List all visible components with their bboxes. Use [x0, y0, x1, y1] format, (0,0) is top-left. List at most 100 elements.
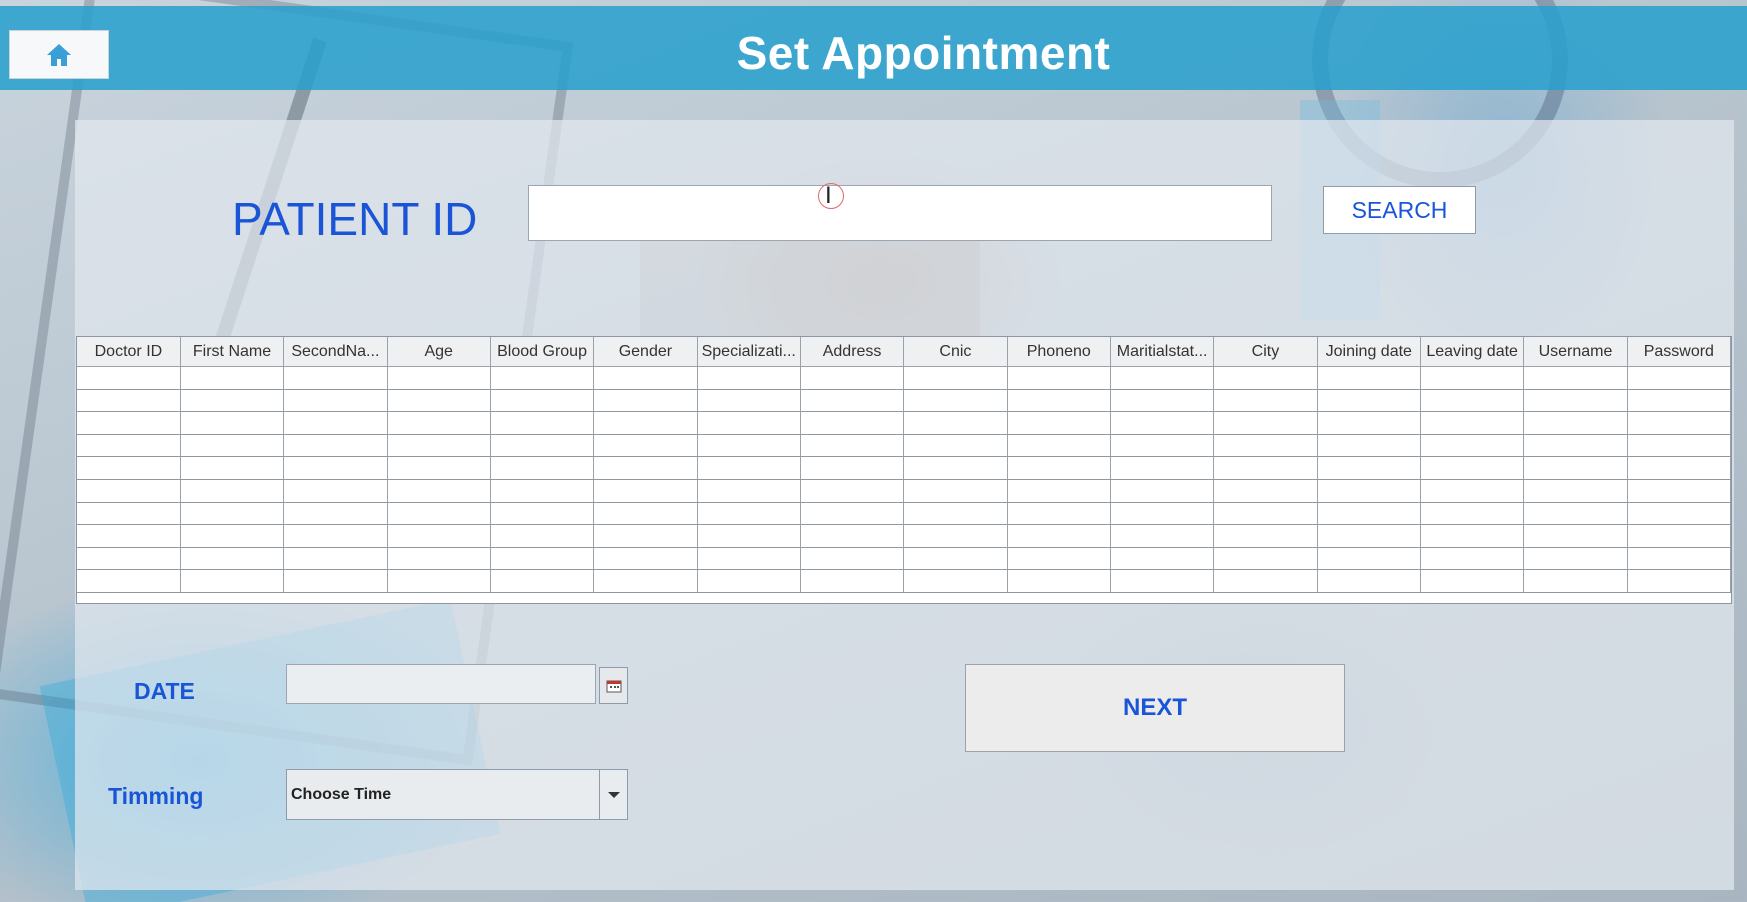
table-cell[interactable] — [903, 479, 1008, 503]
table-cell[interactable] — [77, 366, 181, 390]
table-cell[interactable] — [283, 434, 388, 458]
table-cell[interactable] — [593, 411, 698, 435]
table-cell[interactable] — [283, 502, 388, 526]
next-button[interactable]: NEXT — [965, 664, 1345, 752]
table-row[interactable] — [77, 524, 1731, 548]
table-cell[interactable] — [1523, 456, 1628, 480]
table-cell[interactable] — [800, 524, 905, 548]
table-column-header[interactable]: SecondNa... — [283, 337, 388, 367]
table-cell[interactable] — [77, 434, 181, 458]
table-cell[interactable] — [490, 389, 595, 413]
table-cell[interactable] — [593, 366, 698, 390]
table-cell[interactable] — [77, 411, 181, 435]
table-cell[interactable] — [800, 547, 905, 571]
table-cell[interactable] — [1110, 366, 1215, 390]
table-cell[interactable] — [1213, 366, 1318, 390]
table-cell[interactable] — [180, 411, 285, 435]
table-cell[interactable] — [387, 479, 491, 503]
table-cell[interactable] — [1420, 411, 1525, 435]
table-cell[interactable] — [490, 547, 595, 571]
table-cell[interactable] — [387, 547, 491, 571]
table-cell[interactable] — [1007, 366, 1111, 390]
table-cell[interactable] — [283, 366, 388, 390]
table-cell[interactable] — [1317, 389, 1421, 413]
table-cell[interactable] — [490, 569, 595, 593]
table-cell[interactable] — [1420, 569, 1525, 593]
table-cell[interactable] — [1213, 456, 1318, 480]
table-cell[interactable] — [180, 569, 285, 593]
table-cell[interactable] — [490, 479, 595, 503]
table-cell[interactable] — [77, 502, 181, 526]
table-cell[interactable] — [593, 502, 698, 526]
table-cell[interactable] — [903, 524, 1008, 548]
table-cell[interactable] — [180, 434, 285, 458]
table-cell[interactable] — [903, 547, 1008, 571]
table-cell[interactable] — [1110, 434, 1215, 458]
table-cell[interactable] — [1317, 366, 1421, 390]
table-cell[interactable] — [180, 479, 285, 503]
table-cell[interactable] — [387, 411, 491, 435]
table-cell[interactable] — [1007, 524, 1111, 548]
table-cell[interactable] — [1007, 502, 1111, 526]
table-column-header[interactable]: First Name — [180, 337, 285, 367]
table-cell[interactable] — [283, 569, 388, 593]
table-cell[interactable] — [180, 366, 285, 390]
table-column-header[interactable]: Leaving date — [1420, 337, 1525, 367]
table-cell[interactable] — [697, 434, 801, 458]
table-cell[interactable] — [77, 569, 181, 593]
table-cell[interactable] — [180, 456, 285, 480]
table-cell[interactable] — [593, 479, 698, 503]
table-cell[interactable] — [1110, 502, 1215, 526]
table-cell[interactable] — [1213, 411, 1318, 435]
table-cell[interactable] — [697, 524, 801, 548]
table-cell[interactable] — [1110, 456, 1215, 480]
table-row[interactable] — [77, 434, 1731, 458]
table-cell[interactable] — [1110, 411, 1215, 435]
table-cell[interactable] — [1213, 524, 1318, 548]
home-button[interactable] — [9, 30, 109, 79]
table-cell[interactable] — [387, 434, 491, 458]
table-cell[interactable] — [490, 411, 595, 435]
table-cell[interactable] — [1420, 502, 1525, 526]
table-cell[interactable] — [1317, 434, 1421, 458]
table-body[interactable] — [77, 366, 1731, 593]
table-row[interactable] — [77, 479, 1731, 503]
table-cell[interactable] — [1523, 502, 1628, 526]
table-cell[interactable] — [697, 479, 801, 503]
table-cell[interactable] — [1317, 547, 1421, 571]
table-cell[interactable] — [1627, 479, 1731, 503]
table-row[interactable] — [77, 456, 1731, 480]
table-cell[interactable] — [800, 569, 905, 593]
table-cell[interactable] — [1627, 502, 1731, 526]
table-row[interactable] — [77, 366, 1731, 390]
table-cell[interactable] — [903, 569, 1008, 593]
table-cell[interactable] — [1213, 479, 1318, 503]
table-row[interactable] — [77, 389, 1731, 413]
table-cell[interactable] — [800, 479, 905, 503]
table-cell[interactable] — [180, 524, 285, 548]
table-cell[interactable] — [593, 434, 698, 458]
table-cell[interactable] — [283, 524, 388, 548]
table-cell[interactable] — [387, 502, 491, 526]
date-input[interactable] — [286, 664, 596, 704]
table-cell[interactable] — [697, 389, 801, 413]
table-cell[interactable] — [1007, 479, 1111, 503]
table-cell[interactable] — [1523, 524, 1628, 548]
table-column-header[interactable]: Username — [1523, 337, 1628, 367]
table-cell[interactable] — [180, 502, 285, 526]
table-column-header[interactable]: Doctor ID — [77, 337, 181, 367]
table-cell[interactable] — [77, 456, 181, 480]
table-cell[interactable] — [77, 524, 181, 548]
table-cell[interactable] — [490, 502, 595, 526]
table-cell[interactable] — [1213, 502, 1318, 526]
table-cell[interactable] — [1523, 569, 1628, 593]
table-cell[interactable] — [800, 389, 905, 413]
search-button[interactable]: SEARCH — [1323, 186, 1476, 234]
table-cell[interactable] — [697, 411, 801, 435]
table-cell[interactable] — [1627, 547, 1731, 571]
table-cell[interactable] — [1523, 366, 1628, 390]
table-cell[interactable] — [180, 389, 285, 413]
table-cell[interactable] — [283, 456, 388, 480]
table-cell[interactable] — [800, 456, 905, 480]
table-column-header[interactable]: Gender — [593, 337, 698, 367]
